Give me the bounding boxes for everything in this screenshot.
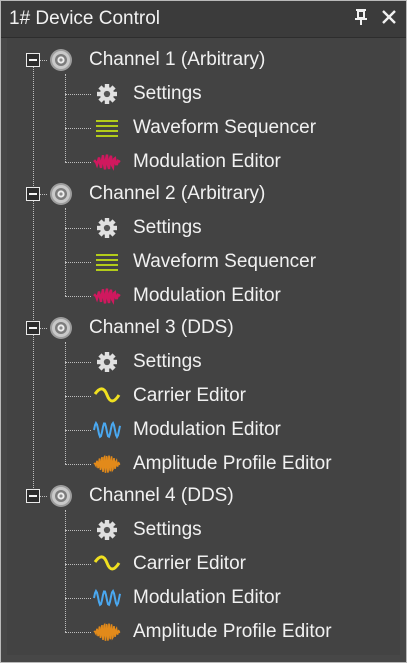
waveform-sequencer-icon [96, 120, 118, 137]
tree-item-icon-wrap [93, 452, 121, 476]
gear-icon [97, 218, 117, 238]
collapse-toggle[interactable] [26, 187, 40, 201]
tree-item-settings[interactable]: Settings [7, 213, 397, 243]
tree-item-icon-wrap [93, 284, 121, 308]
tree-panel: Channel 1 (Arbitrary) Settings Waveform Se… [7, 38, 400, 655]
channel-label: Channel 2 (Arbitrary) [89, 183, 266, 204]
tree-item-label: Settings [133, 519, 202, 540]
tree-item-icon-wrap [93, 150, 121, 174]
modulation-editor-blue-icon [93, 420, 121, 440]
tree-node-channel-1[interactable]: Channel 1 (Arbitrary) [7, 45, 397, 75]
channel-node-icon [50, 317, 72, 339]
tree-item-label: Amplitude Profile Editor [133, 621, 332, 642]
tree-item-modulation-editor[interactable]: Modulation Editor [7, 147, 397, 177]
tree-item-icon-wrap [93, 586, 121, 610]
waveform-sequencer-icon [96, 254, 118, 271]
tree-item-amplitude-profile-editor[interactable]: Amplitude Profile Editor [7, 449, 397, 479]
tree-item-settings[interactable]: Settings [7, 515, 397, 545]
carrier-wave-icon [93, 387, 121, 403]
tree-node-channel-4[interactable]: Channel 4 (DDS) [7, 481, 397, 511]
tree-item-icon-wrap [93, 384, 121, 408]
tree-item-label: Carrier Editor [133, 385, 246, 406]
channel-node-icon [50, 183, 72, 205]
channel-node-icon [50, 485, 72, 507]
title-bar: 1# Device Control [1, 1, 406, 38]
tree-item-waveform-sequencer[interactable]: Waveform Sequencer [7, 113, 397, 143]
channel-node-icon [50, 49, 72, 71]
gear-icon [97, 352, 117, 372]
tree-node-channel-3[interactable]: Channel 3 (DDS) [7, 313, 397, 343]
tree-item-icon-wrap [93, 82, 121, 106]
tree-item-label: Modulation Editor [133, 419, 281, 440]
amplitude-profile-icon [93, 454, 121, 473]
amplitude-profile-icon [93, 622, 121, 641]
tree-item-label: Modulation Editor [133, 285, 281, 306]
channel-node-icon-wrap [47, 482, 75, 510]
modulation-editor-pink-icon [93, 288, 121, 305]
carrier-wave-icon [93, 555, 121, 571]
tree-item-label: Amplitude Profile Editor [133, 453, 332, 474]
tree-item-icon-wrap [93, 552, 121, 576]
tree-item-settings[interactable]: Settings [7, 347, 397, 377]
tree-item-settings[interactable]: Settings [7, 79, 397, 109]
tree-item-modulation-editor[interactable]: Modulation Editor [7, 281, 397, 311]
channel-label: Channel 3 (DDS) [89, 317, 234, 338]
tree-item-label: Modulation Editor [133, 151, 281, 172]
tree-item-icon-wrap [93, 116, 121, 140]
tree-item-icon-wrap [93, 216, 121, 240]
tree-item-label: Settings [133, 83, 202, 104]
channel-label: Channel 4 (DDS) [89, 485, 234, 506]
collapse-toggle[interactable] [26, 489, 40, 503]
modulation-editor-blue-icon [93, 588, 121, 608]
tree-item-icon-wrap [93, 418, 121, 442]
tree-item-label: Waveform Sequencer [133, 251, 317, 272]
tree-item-modulation-editor[interactable]: Modulation Editor [7, 583, 397, 613]
tree-item-icon-wrap [93, 620, 121, 644]
collapse-toggle[interactable] [26, 53, 40, 67]
gear-icon [97, 520, 117, 540]
tree-item-label: Settings [133, 351, 202, 372]
close-button[interactable] [378, 4, 400, 30]
tree-item-label: Modulation Editor [133, 587, 281, 608]
tree-item-label: Settings [133, 217, 202, 238]
channel-label: Channel 1 (Arbitrary) [89, 49, 266, 70]
tree-item-amplitude-profile-editor[interactable]: Amplitude Profile Editor [7, 617, 397, 647]
tree-item-label: Carrier Editor [133, 553, 246, 574]
tree-item-icon-wrap [93, 518, 121, 542]
collapse-toggle[interactable] [26, 321, 40, 335]
tree-item-carrier-editor[interactable]: Carrier Editor [7, 381, 397, 411]
tree-item-waveform-sequencer[interactable]: Waveform Sequencer [7, 247, 397, 277]
channel-node-icon-wrap [47, 180, 75, 208]
device-control-window: 1# Device Control Channel 1 (Arbitrary) S… [0, 0, 407, 663]
tree-item-modulation-editor[interactable]: Modulation Editor [7, 415, 397, 445]
pin-button[interactable] [350, 4, 372, 30]
modulation-editor-pink-icon [93, 154, 121, 171]
window-title: 1# Device Control [9, 8, 161, 29]
gear-icon [97, 84, 117, 104]
tree-item-icon-wrap [93, 250, 121, 274]
channel-node-icon-wrap [47, 314, 75, 342]
channel-node-icon-wrap [47, 46, 75, 74]
close-icon [382, 10, 396, 24]
tree-item-carrier-editor[interactable]: Carrier Editor [7, 549, 397, 579]
tree-item-label: Waveform Sequencer [133, 117, 317, 138]
tree-node-channel-2[interactable]: Channel 2 (Arbitrary) [7, 179, 397, 209]
tree-item-icon-wrap [93, 350, 121, 374]
pin-icon [355, 9, 367, 25]
